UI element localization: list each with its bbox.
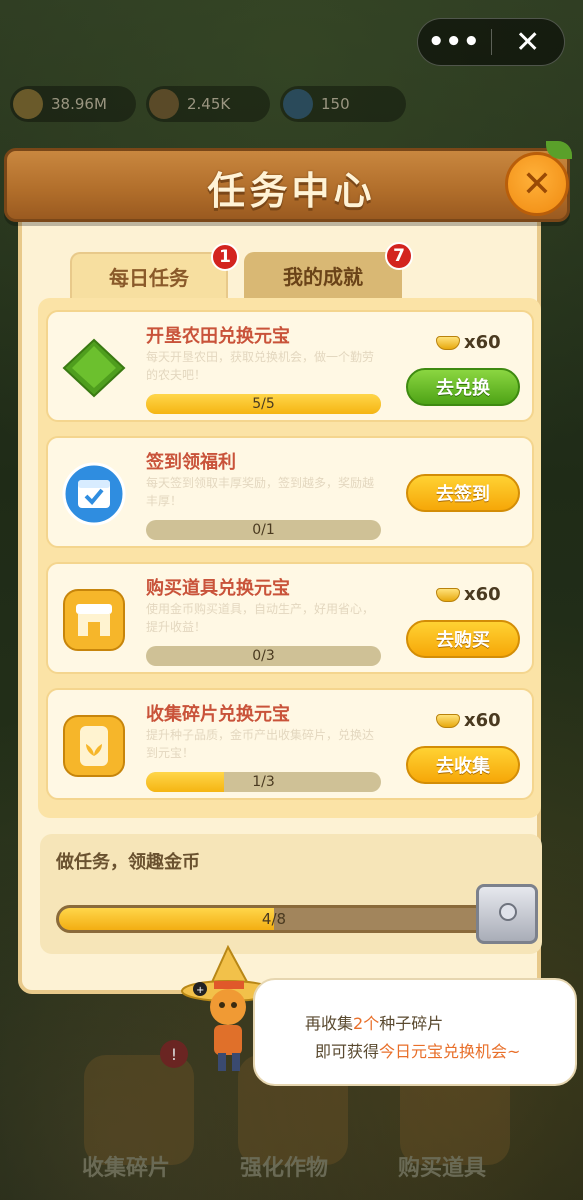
more-menu-button[interactable]: ••• (418, 27, 491, 57)
miniprogram-capsule: ••• ✕ (417, 18, 565, 66)
speech-line-2: 即可获得今日元宝兑换机会~ (315, 1038, 520, 1062)
gem-counter: 150 (280, 86, 406, 122)
diamond-field-icon (62, 338, 126, 398)
task-progress-bar: 5/5 (146, 394, 381, 414)
task-progress-text: 1/3 (252, 774, 275, 790)
task-reward: x60 (436, 584, 501, 605)
dock-label-collect: 收集碎片 (82, 1156, 171, 1181)
seed-value: 2.45K (187, 95, 231, 113)
close-miniprogram-button[interactable]: ✕ (492, 25, 565, 60)
speech-line-1: 再收集2个种子碎片 (305, 1010, 443, 1034)
task-progress-text: 5/5 (252, 396, 275, 412)
mascot-speech-bubble: 再收集2个种子碎片 即可获得今日元宝兑换机会~ (253, 978, 577, 1086)
coin-counter: 38.96M (10, 86, 136, 122)
task-card-checkin: 签到领福利 每天签到领取丰厚奖励，签到越多，奖励越丰厚！ 0/1 去签到 (46, 436, 534, 548)
seed-icon (149, 89, 179, 119)
collect-button[interactable]: 去收集 (406, 746, 520, 784)
task-description: 每天开垦农田，获取兑换机会，做一个勤劳的农夫吧！ (146, 350, 375, 382)
dock-label-strengthen: 强化作物 (240, 1156, 329, 1181)
panel-title: 任务中心 (207, 169, 376, 213)
tab-achievements[interactable]: 我的成就 (244, 252, 402, 298)
shop-icon (63, 589, 125, 651)
gold-ingot-icon (436, 335, 460, 350)
reward-amount: x60 (464, 332, 501, 353)
task-reward: x60 (436, 710, 501, 731)
tab-achievements-label: 我的成就 (283, 264, 363, 289)
achievements-badge: 7 (385, 242, 413, 270)
gem-icon (283, 89, 313, 119)
task-card-buy-items: 购买道具兑换元宝 使用金币购买道具，自动生产，好用省心，提升收益！ 0/3 x6… (46, 562, 534, 674)
task-reward: x60 (436, 332, 501, 353)
seed-jar-icon (63, 715, 125, 777)
panel-close-button[interactable]: ✕ (505, 141, 572, 216)
task-description: 使用金币购买道具，自动生产，好用省心，提升收益！ (146, 602, 375, 634)
task-progress-bar: 0/1 (146, 520, 381, 540)
coin-value: 38.96M (51, 95, 107, 113)
gem-value: 150 (321, 95, 350, 113)
task-card-farmland: 开垦农田兑换元宝 每天开垦农田，获取兑换机会，做一个勤劳的农夫吧！ 5/5 x6… (46, 310, 534, 422)
task-progress-bar: 1/3 (146, 772, 381, 792)
exchange-button[interactable]: 去兑换 (406, 368, 520, 406)
close-icon: ✕ (521, 163, 553, 205)
task-title: 签到领福利 (146, 452, 236, 473)
speech-text: 即可获得 (315, 1042, 380, 1061)
silver-chest-icon[interactable] (476, 884, 538, 944)
task-progress-text: 0/1 (252, 522, 275, 538)
seed-counter: 2.45K (146, 86, 270, 122)
task-progress-text: 0/3 (252, 648, 275, 664)
task-description: 每天签到领取丰厚奖励，签到越多，奖励越丰厚！ (146, 476, 375, 508)
chest-lock-icon (499, 903, 517, 921)
task-description: 提升种子品质，金币产出收集碎片，兑换达到元宝！ (146, 728, 375, 760)
task-progress-bar: 0/3 (146, 646, 381, 666)
daily-tasks-badge: 1 (211, 243, 239, 271)
task-title: 开垦农田兑换元宝 (146, 326, 290, 347)
tab-daily-tasks[interactable]: 每日任务 (70, 252, 228, 298)
gold-ingot-icon (436, 713, 460, 728)
overall-progress-title: 做任务，领趣金币 (56, 852, 200, 873)
reward-amount: x60 (464, 710, 501, 731)
checkin-button[interactable]: 去签到 (406, 474, 520, 512)
speech-highlight: 2个 (353, 1014, 380, 1033)
overall-progress-bar: 4/8 (56, 905, 492, 933)
overall-progress-text: 4/8 (261, 910, 287, 928)
speech-text: 种子碎片 (379, 1014, 444, 1033)
buy-button[interactable]: 去购买 (406, 620, 520, 658)
task-title: 购买道具兑换元宝 (146, 578, 290, 599)
reward-amount: x60 (464, 584, 501, 605)
speech-text: 再收集 (305, 1014, 354, 1033)
dock-label-buy: 购买道具 (398, 1156, 487, 1181)
task-card-collect-fragments: 收集碎片兑换元宝 提升种子品质，金币产出收集碎片，兑换达到元宝！ 1/3 x60… (46, 688, 534, 800)
task-title: 收集碎片兑换元宝 (146, 704, 290, 725)
tab-daily-label: 每日任务 (109, 265, 189, 290)
coin-icon (13, 89, 43, 119)
speech-highlight: 今日元宝兑换机会~ (379, 1042, 521, 1061)
calendar-icon (62, 462, 126, 526)
svg-text:+: + (196, 985, 204, 996)
gold-ingot-icon (436, 587, 460, 602)
